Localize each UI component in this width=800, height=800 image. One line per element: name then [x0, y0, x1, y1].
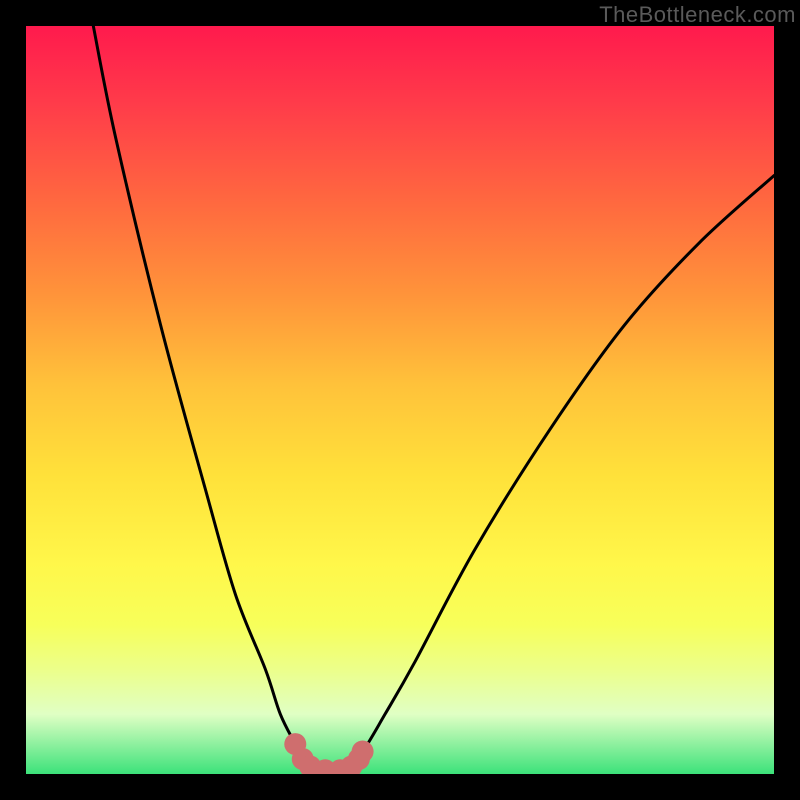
chart-plot-area — [26, 26, 774, 774]
chart-frame: TheBottleneck.com — [0, 0, 800, 800]
bottom-marker-group — [284, 733, 373, 774]
watermark-text: TheBottleneck.com — [599, 2, 796, 28]
bottom-marker-dot — [352, 741, 374, 763]
bottleneck-curve — [93, 26, 774, 774]
